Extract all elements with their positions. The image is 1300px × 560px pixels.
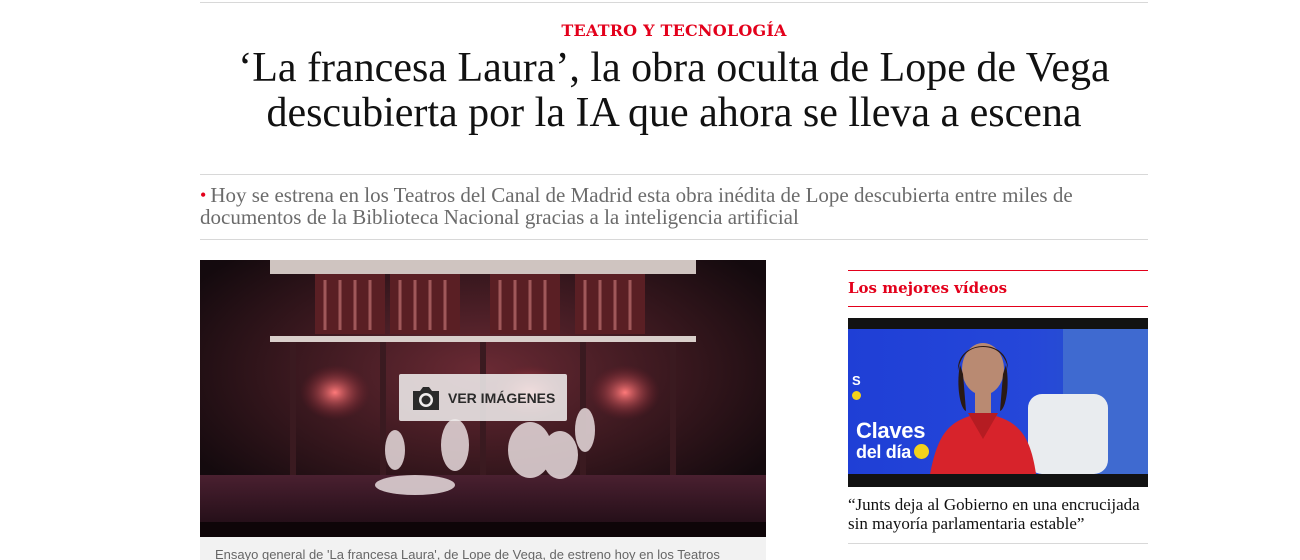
image-caption: Ensayo general de 'La francesa Laura', d… (200, 537, 766, 560)
sidebar-title[interactable]: Los mejores vídeos (848, 279, 1007, 297)
video-overlay-dot (852, 391, 861, 400)
overlay-title-claves: Claves (856, 418, 926, 443)
view-images-label: VER IMÁGENES (448, 389, 556, 406)
video-overlay-title: Claves del día (856, 418, 929, 462)
lead-divider-top (200, 174, 1148, 175)
sidebar-rule-end (848, 543, 1148, 544)
sidebar-rule-bottom (848, 306, 1148, 307)
video-headline[interactable]: “Junts deja al Gobierno en una encrucija… (848, 495, 1148, 533)
video-overlay-s: S (852, 373, 861, 388)
article-main-image[interactable]: VER IMÁGENES (200, 260, 766, 537)
camera-icon (413, 386, 439, 410)
article-lead: • Hoy se estrena en los Teatros del Canal… (200, 184, 1148, 228)
lead-divider-bottom (200, 239, 1148, 240)
view-images-button[interactable]: VER IMÁGENES (399, 374, 567, 421)
overlay-yellow-dot (913, 444, 929, 459)
top-divider (200, 2, 1148, 3)
video-thumbnail: S Claves del día (848, 329, 1148, 474)
lead-text: Hoy se estrena en los Teatros del Canal … (200, 183, 1073, 229)
lead-bullet: • (200, 185, 207, 205)
article-headline: ‘La francesa Laura’, la obra oculta de L… (200, 46, 1148, 136)
sidebar-rule-top (848, 270, 1148, 271)
overlay-title-del-dia: del día (856, 442, 911, 462)
video-player[interactable]: S Claves del día (848, 318, 1148, 487)
headline-line-2: descubierta por la IA que ahora se lleva… (266, 90, 1082, 136)
headline-line-1: ‘La francesa Laura’, la obra oculta de L… (238, 45, 1110, 91)
section-tag[interactable]: TEATRO Y TECNOLOGÍA (200, 21, 1148, 40)
